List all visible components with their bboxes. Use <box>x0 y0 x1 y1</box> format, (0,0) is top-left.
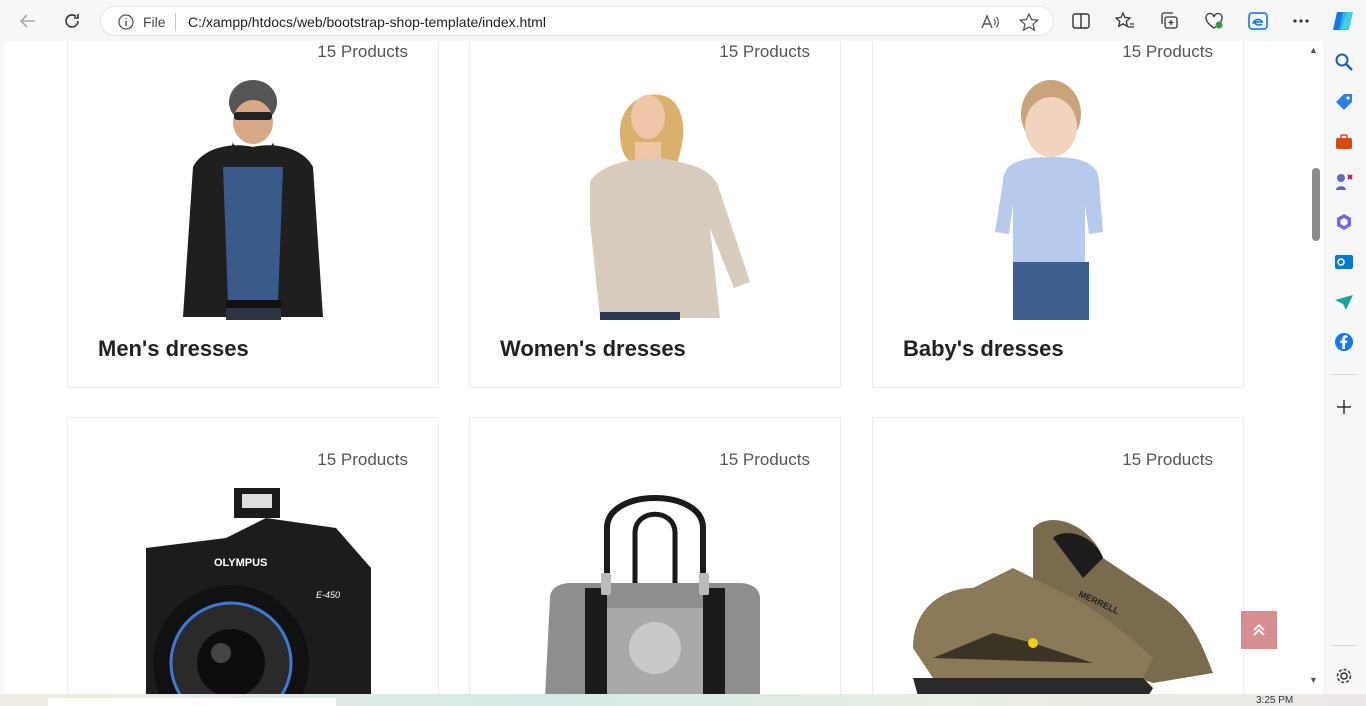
chevron-double-up-icon <box>1253 623 1265 636</box>
product-count: 15 Products <box>317 450 408 469</box>
read-aloud-icon[interactable] <box>980 13 1000 31</box>
product-count: 15 Products <box>719 42 810 61</box>
tools-icon[interactable] <box>1334 132 1354 152</box>
product-count: 15 Products <box>1122 450 1213 469</box>
category-title[interactable]: Women's dresses <box>500 336 686 362</box>
games-icon[interactable] <box>1334 172 1354 192</box>
category-title[interactable]: Baby's dresses <box>903 336 1064 362</box>
vertical-scrollbar-thumb[interactable] <box>1312 168 1320 241</box>
copilot-icon[interactable] <box>1331 9 1355 33</box>
favorite-star-icon[interactable] <box>1019 13 1039 31</box>
sidebar-divider <box>1331 645 1357 646</box>
shopping-tag-icon[interactable] <box>1334 92 1354 112</box>
camera-image: OLYMPUS E-450 <box>146 488 371 694</box>
browser-toolbar: File C:/xampp/htdocs/web/bootstrap-shop-… <box>0 0 1366 41</box>
scroll-up-arrow-icon[interactable]: ▲ <box>1309 45 1318 55</box>
settings-gear-icon[interactable] <box>1334 666 1354 686</box>
address-scheme-label: File <box>143 14 166 30</box>
outlook-icon[interactable] <box>1334 252 1354 272</box>
product-count: 15 Products <box>1122 42 1213 61</box>
taskbar-clock: 3:25 PM <box>1256 695 1294 706</box>
babys-clothing-image <box>995 80 1103 320</box>
camera-model-label: E-450 <box>316 590 340 600</box>
back-to-top-button[interactable] <box>1241 611 1277 649</box>
collections-icon[interactable] <box>1158 9 1182 33</box>
split-screen-icon[interactable] <box>1069 9 1093 33</box>
product-count: 15 Products <box>719 450 810 469</box>
back-arrow-icon[interactable] <box>15 8 41 34</box>
mens-clothing-image <box>183 80 323 320</box>
handbag-image <box>545 495 760 694</box>
address-separator <box>175 13 176 31</box>
category-card-shoes[interactable]: 15 Products MERRELL <box>872 417 1244 694</box>
category-card-womens[interactable]: 15 Products Women's dresses <box>469 41 841 388</box>
category-card-bags[interactable]: 15 Products <box>469 417 841 694</box>
taskbar-search-box[interactable] <box>48 698 336 706</box>
browser-essentials-icon[interactable] <box>1202 9 1226 33</box>
more-options-icon[interactable] <box>1289 9 1313 33</box>
category-card-babys[interactable]: 15 Products Baby's dresses <box>872 41 1244 388</box>
favorites-icon[interactable] <box>1113 9 1137 33</box>
edge-extension-icon[interactable] <box>1246 9 1270 33</box>
search-icon[interactable] <box>1334 52 1354 72</box>
category-title[interactable]: Men's dresses <box>98 336 249 362</box>
category-card-mens[interactable]: 15 Products Men's dresses <box>67 41 439 388</box>
camera-brand-label: OLYMPUS <box>214 557 267 569</box>
info-icon[interactable] <box>117 13 135 31</box>
womens-clothing-image <box>590 94 750 320</box>
add-icon[interactable] <box>1334 397 1354 417</box>
edge-sidebar <box>1323 41 1366 706</box>
address-bar[interactable]: File C:/xampp/htdocs/web/bootstrap-shop-… <box>100 6 1054 36</box>
drop-icon[interactable] <box>1334 292 1354 312</box>
windows-taskbar: 3:25 PM <box>0 694 1366 706</box>
scroll-down-arrow-icon[interactable]: ▼ <box>1309 675 1318 685</box>
microsoft-365-icon[interactable] <box>1334 212 1354 232</box>
shoes-image: MERRELL <box>913 519 1213 694</box>
category-card-cameras[interactable]: 15 Products OLYMPUS E-450 <box>67 417 439 694</box>
product-count: 15 Products <box>317 42 408 61</box>
page-viewport: 15 Products Men's dresses 15 Products Wo… <box>4 41 1323 694</box>
facebook-icon[interactable] <box>1334 332 1354 352</box>
refresh-icon[interactable] <box>59 8 85 34</box>
sidebar-divider <box>1331 374 1357 375</box>
url-text[interactable]: C:/xampp/htdocs/web/bootstrap-shop-templ… <box>188 14 546 30</box>
